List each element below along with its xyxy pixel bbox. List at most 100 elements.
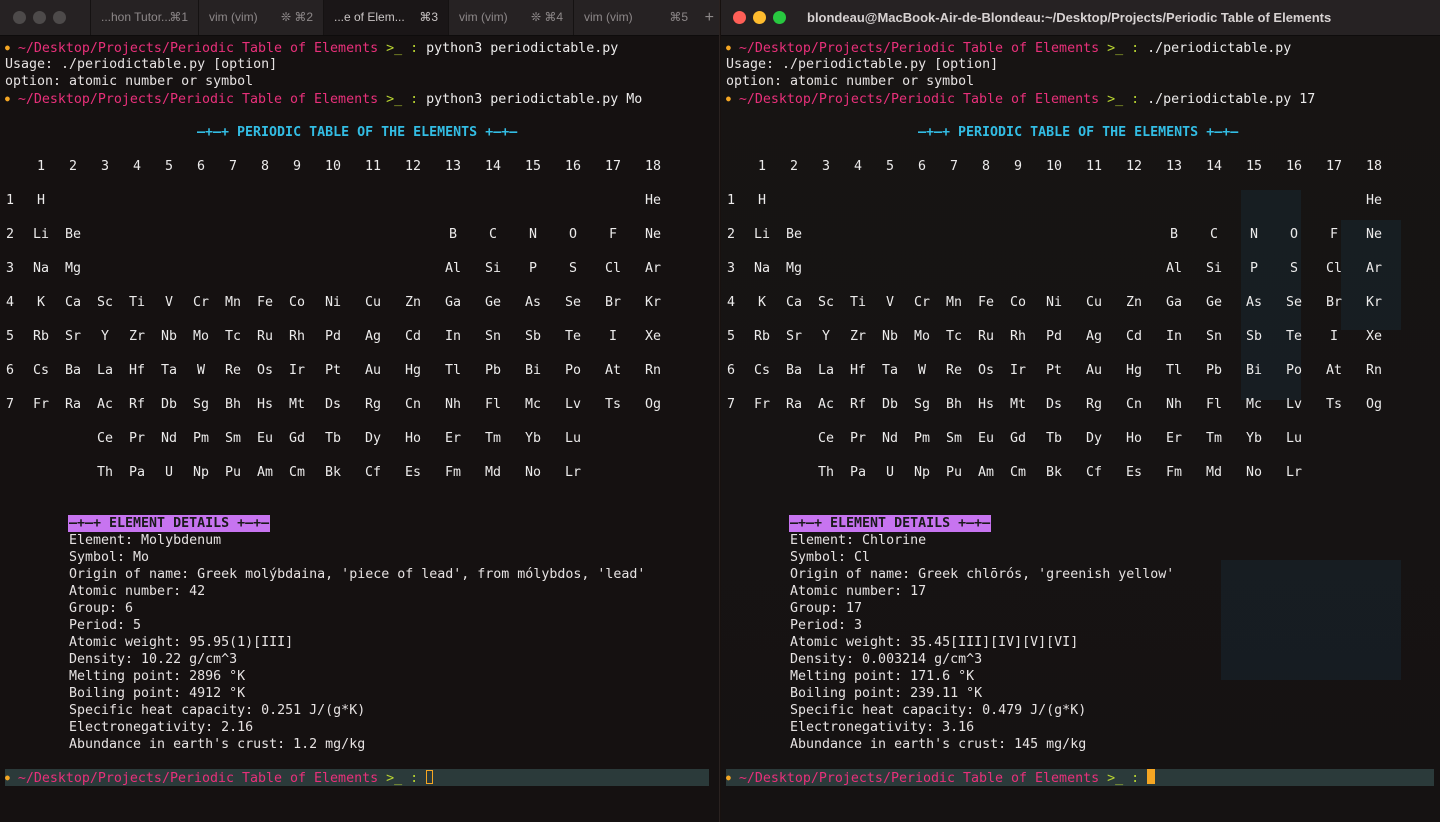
element-symbol[interactable]: Br: [605, 294, 621, 311]
lanthanide-symbol[interactable]: Tb: [325, 430, 341, 447]
actinide-symbol[interactable]: Fm: [1166, 464, 1182, 481]
element-symbol[interactable]: N: [529, 226, 537, 243]
element-symbol[interactable]: Ge: [1206, 294, 1222, 311]
element-symbol[interactable]: Fe: [257, 294, 273, 311]
element-symbol[interactable]: Li: [33, 226, 49, 243]
element-symbol[interactable]: Cn: [1126, 396, 1142, 413]
element-symbol[interactable]: Y: [822, 328, 830, 345]
lanthanide-symbol[interactable]: Pm: [193, 430, 209, 447]
element-symbol[interactable]: Li: [754, 226, 770, 243]
element-symbol[interactable]: Cd: [405, 328, 421, 345]
element-symbol[interactable]: Mn: [225, 294, 241, 311]
close-window-button[interactable]: [733, 11, 746, 24]
element-symbol[interactable]: Cl: [1326, 260, 1342, 277]
element-symbol[interactable]: Ru: [978, 328, 994, 345]
lanthanide-symbol[interactable]: Sm: [946, 430, 962, 447]
element-symbol[interactable]: Sn: [1206, 328, 1222, 345]
element-symbol[interactable]: Al: [445, 260, 461, 277]
element-symbol[interactable]: La: [97, 362, 113, 379]
element-symbol[interactable]: In: [445, 328, 461, 345]
element-symbol[interactable]: Au: [365, 362, 381, 379]
element-symbol[interactable]: Lv: [565, 396, 581, 413]
element-symbol[interactable]: Mg: [786, 260, 802, 277]
element-symbol[interactable]: Sb: [1246, 328, 1262, 345]
element-symbol[interactable]: P: [529, 260, 537, 277]
left-terminal-window[interactable]: ...hon Tutor... ⌘1 vim (vim) ❊ ⌘2 ...e of Ele…: [0, 0, 720, 822]
element-symbol[interactable]: Ta: [882, 362, 898, 379]
element-symbol[interactable]: Hf: [129, 362, 145, 379]
element-symbol[interactable]: I: [1330, 328, 1338, 345]
minimize-window-button[interactable]: [753, 11, 766, 24]
actinide-symbol[interactable]: Th: [818, 464, 834, 481]
element-symbol[interactable]: Db: [161, 396, 177, 413]
element-symbol[interactable]: Ba: [65, 362, 81, 379]
element-symbol[interactable]: Ti: [850, 294, 866, 311]
element-symbol[interactable]: Be: [786, 226, 802, 243]
element-symbol[interactable]: Te: [1286, 328, 1302, 345]
element-symbol[interactable]: Hf: [850, 362, 866, 379]
actinide-symbol[interactable]: No: [525, 464, 541, 481]
element-symbol[interactable]: B: [449, 226, 457, 243]
element-symbol[interactable]: H: [758, 192, 766, 209]
element-symbol[interactable]: At: [605, 362, 621, 379]
element-symbol[interactable]: Zr: [129, 328, 145, 345]
tab-5[interactable]: vim (vim) ⌘5: [573, 0, 698, 35]
element-symbol[interactable]: Ta: [161, 362, 177, 379]
element-symbol[interactable]: Sr: [786, 328, 802, 345]
element-symbol[interactable]: Sc: [97, 294, 113, 311]
element-symbol[interactable]: P: [1250, 260, 1258, 277]
element-symbol[interactable]: Ac: [818, 396, 834, 413]
lanthanide-symbol[interactable]: Eu: [978, 430, 994, 447]
element-symbol[interactable]: Co: [1010, 294, 1026, 311]
minimize-window-button[interactable]: [33, 11, 46, 24]
element-symbol[interactable]: Pt: [1046, 362, 1062, 379]
element-symbol[interactable]: Xe: [1366, 328, 1382, 345]
element-symbol[interactable]: Be: [65, 226, 81, 243]
element-symbol[interactable]: Rb: [33, 328, 49, 345]
element-symbol[interactable]: Cs: [33, 362, 49, 379]
element-symbol[interactable]: Ba: [786, 362, 802, 379]
element-symbol[interactable]: Na: [33, 260, 49, 277]
element-symbol[interactable]: Mc: [1246, 396, 1262, 413]
tab-1[interactable]: ...hon Tutor... ⌘1: [90, 0, 198, 35]
lanthanide-symbol[interactable]: Lu: [565, 430, 581, 447]
lanthanide-symbol[interactable]: Eu: [257, 430, 273, 447]
element-symbol[interactable]: Rh: [289, 328, 305, 345]
element-symbol[interactable]: He: [645, 192, 661, 209]
element-symbol[interactable]: Nb: [161, 328, 177, 345]
lanthanide-symbol[interactable]: Gd: [289, 430, 305, 447]
element-symbol[interactable]: Kr: [1366, 294, 1382, 311]
element-symbol[interactable]: Ne: [645, 226, 661, 243]
element-symbol[interactable]: As: [1246, 294, 1262, 311]
element-symbol[interactable]: Rg: [1086, 396, 1102, 413]
element-symbol[interactable]: W: [918, 362, 926, 379]
element-symbol[interactable]: Zr: [850, 328, 866, 345]
element-symbol[interactable]: Ca: [786, 294, 802, 311]
element-symbol[interactable]: S: [569, 260, 577, 277]
element-symbol[interactable]: Pb: [485, 362, 501, 379]
element-symbol[interactable]: Bi: [525, 362, 541, 379]
element-symbol[interactable]: Cl: [605, 260, 621, 277]
actinide-symbol[interactable]: Md: [1206, 464, 1222, 481]
element-symbol[interactable]: Mn: [946, 294, 962, 311]
element-symbol[interactable]: Rg: [365, 396, 381, 413]
element-symbol[interactable]: Og: [645, 396, 661, 413]
element-symbol[interactable]: Sb: [525, 328, 541, 345]
actinide-symbol[interactable]: Bk: [325, 464, 341, 481]
element-symbol[interactable]: Ni: [1046, 294, 1062, 311]
element-symbol[interactable]: Cr: [914, 294, 930, 311]
element-symbol[interactable]: Cn: [405, 396, 421, 413]
element-symbol[interactable]: Ge: [485, 294, 501, 311]
close-window-button[interactable]: [13, 11, 26, 24]
actinide-symbol[interactable]: Np: [193, 464, 209, 481]
zoom-window-button[interactable]: [773, 11, 786, 24]
element-symbol[interactable]: Ga: [1166, 294, 1182, 311]
element-symbol[interactable]: Bi: [1246, 362, 1262, 379]
element-symbol[interactable]: Pd: [1046, 328, 1062, 345]
actinide-symbol[interactable]: Am: [978, 464, 994, 481]
element-symbol[interactable]: Ca: [65, 294, 81, 311]
lanthanide-symbol[interactable]: Dy: [1086, 430, 1102, 447]
element-symbol[interactable]: Ga: [445, 294, 461, 311]
element-symbol[interactable]: Mg: [65, 260, 81, 277]
element-symbol[interactable]: Al: [1166, 260, 1182, 277]
